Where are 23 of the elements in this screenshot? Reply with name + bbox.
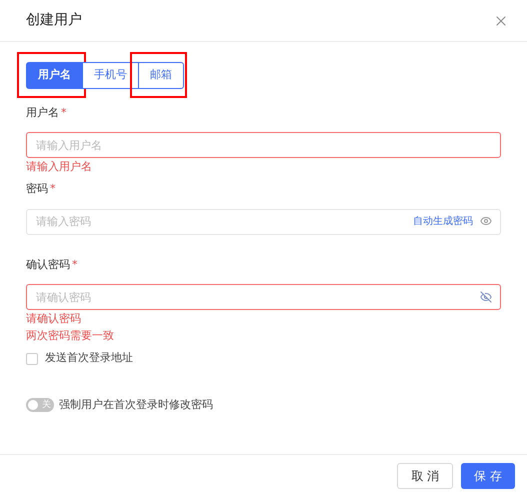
eye-off-icon[interactable]	[480, 290, 492, 303]
required-mark: *	[72, 256, 78, 272]
field-label: 用户名	[26, 104, 59, 120]
dialog-title: 创建用户	[26, 11, 82, 30]
save-button[interactable]: 保 存	[461, 462, 515, 488]
tab[interactable]: 邮箱	[138, 62, 184, 89]
tab[interactable]: 手机号	[82, 62, 139, 89]
error-message: 请确认密码	[26, 311, 82, 328]
checkbox-label: 发送首次登录地址	[45, 350, 133, 366]
error-message: 请输入用户名	[26, 159, 93, 176]
switch-label: 强制用户在首次登录时修改密码	[59, 396, 213, 413]
input-field[interactable]: 请确认密码	[26, 284, 501, 310]
generate-password-link[interactable]: 自动生成密码	[413, 214, 473, 229]
eye-icon[interactable]	[480, 215, 492, 228]
field-label: 确认密码	[26, 256, 70, 272]
input-field[interactable]: 请输入用户名	[26, 132, 501, 158]
required-mark: *	[50, 181, 56, 197]
required-mark: *	[61, 104, 66, 120]
error-message: 两次密码需要一致	[26, 328, 115, 344]
checkbox[interactable]	[26, 352, 38, 364]
cancel-button[interactable]: 取 消	[397, 462, 454, 488]
tab[interactable]: 用户名	[26, 62, 83, 89]
field-label: 密码	[26, 181, 48, 197]
